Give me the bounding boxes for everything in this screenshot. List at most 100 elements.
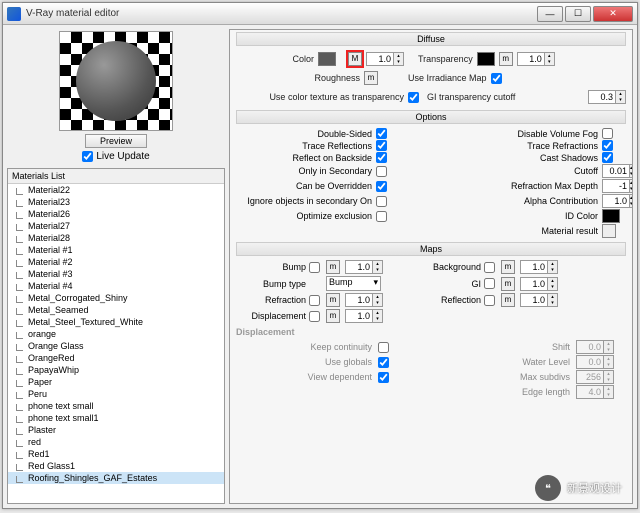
diffuse-color-amount[interactable]: ▴▾ xyxy=(366,52,404,66)
materials-list: Materials List Material22Material23Mater… xyxy=(7,168,225,504)
titlebar[interactable]: V-Ray material editor — ☐ ✕ xyxy=(3,3,637,25)
bg-spinner[interactable]: ▴▾ xyxy=(520,260,560,274)
materials-list-body[interactable]: Material22Material23Material26Material27… xyxy=(8,184,224,503)
reflection-map-button[interactable]: m xyxy=(501,293,515,307)
options-section: Options Double-Sided Disable Volume Fog … xyxy=(236,110,626,238)
material-item[interactable]: Material #3 xyxy=(8,268,224,280)
disp-map-button[interactable]: m xyxy=(326,309,340,323)
maxsub-spinner[interactable]: ▴▾ xyxy=(576,370,626,384)
use-globals-checkbox[interactable] xyxy=(378,357,389,368)
gi-checkbox[interactable] xyxy=(484,278,495,289)
options-header[interactable]: Options xyxy=(236,110,626,124)
refr-max-spinner[interactable]: ▴▾ xyxy=(602,179,626,193)
displacement-subsection: Displacement Keep continuityShift▴▾ Use … xyxy=(236,327,626,399)
watermark: ❝ 新景观设计 xyxy=(535,475,622,501)
refraction-checkbox[interactable] xyxy=(309,295,320,306)
material-item[interactable]: Roofing_Shingles_GAF_Estates xyxy=(8,472,224,484)
material-item[interactable]: Material #4 xyxy=(8,280,224,292)
bump-type-select[interactable]: Bump xyxy=(326,276,381,291)
close-button[interactable]: ✕ xyxy=(593,6,633,22)
disp-sub-header: Displacement xyxy=(236,327,626,337)
only-sec-checkbox[interactable] xyxy=(376,166,387,177)
bump-checkbox[interactable] xyxy=(309,262,320,273)
material-item[interactable]: Material26 xyxy=(8,208,224,220)
roughness-map-button[interactable]: m xyxy=(364,71,378,85)
water-spinner[interactable]: ▴▾ xyxy=(576,355,626,369)
material-item[interactable]: Material28 xyxy=(8,232,224,244)
preview-button[interactable]: Preview xyxy=(85,134,147,148)
transparency-amount[interactable]: ▴▾ xyxy=(517,52,555,66)
material-item[interactable]: Peru xyxy=(8,388,224,400)
material-item[interactable]: Plaster xyxy=(8,424,224,436)
window-title: V-Ray material editor xyxy=(26,8,537,19)
material-item[interactable]: orange xyxy=(8,328,224,340)
material-item[interactable]: OrangeRed xyxy=(8,352,224,364)
bump-spinner[interactable]: ▴▾ xyxy=(345,260,385,274)
material-item[interactable]: Material23 xyxy=(8,196,224,208)
bump-map-button[interactable]: m xyxy=(326,260,340,274)
reflection-checkbox[interactable] xyxy=(484,295,495,306)
live-update-checkbox[interactable]: Live Update xyxy=(82,151,149,162)
material-item[interactable]: Red1 xyxy=(8,448,224,460)
can-override-checkbox[interactable] xyxy=(376,181,387,192)
diffuse-header[interactable]: Diffuse xyxy=(236,32,626,46)
app-icon xyxy=(7,7,21,21)
material-item[interactable]: Material22 xyxy=(8,184,224,196)
trace-refl-checkbox[interactable] xyxy=(376,140,387,151)
material-item[interactable]: Material #2 xyxy=(8,256,224,268)
transparency-map-button[interactable]: m xyxy=(499,52,513,66)
bg-checkbox[interactable] xyxy=(484,262,495,273)
maximize-button[interactable]: ☐ xyxy=(565,6,591,22)
disp-checkbox[interactable] xyxy=(309,311,320,322)
use-color-tex-label: Use color texture as transparency xyxy=(236,92,404,102)
reflection-spinner[interactable]: ▴▾ xyxy=(520,293,560,307)
material-item[interactable]: Orange Glass xyxy=(8,340,224,352)
cutoff-spinner[interactable]: ▴▾ xyxy=(602,164,626,178)
double-sided-checkbox[interactable] xyxy=(376,128,387,139)
material-item[interactable]: Red Glass1 xyxy=(8,460,224,472)
trace-refr-checkbox[interactable] xyxy=(602,140,613,151)
shift-spinner[interactable]: ▴▾ xyxy=(576,340,626,354)
id-color-swatch[interactable] xyxy=(602,209,620,223)
view-dep-checkbox[interactable] xyxy=(378,372,389,383)
material-item[interactable]: Metal_Corrogated_Shiny xyxy=(8,292,224,304)
opt-excl-checkbox[interactable] xyxy=(376,211,387,222)
use-color-tex-checkbox[interactable] xyxy=(408,92,419,103)
gi-spinner[interactable]: ▴▾ xyxy=(520,277,560,291)
edgelen-spinner[interactable]: ▴▾ xyxy=(576,385,626,399)
use-irradiance-label: Use Irradiance Map xyxy=(408,73,487,83)
refraction-map-button[interactable]: m xyxy=(326,293,340,307)
material-item[interactable]: Material #1 xyxy=(8,244,224,256)
bg-map-button[interactable]: m xyxy=(501,260,515,274)
material-item[interactable]: red xyxy=(8,436,224,448)
keep-cont-checkbox[interactable] xyxy=(378,342,389,353)
diffuse-color-swatch[interactable] xyxy=(318,52,336,66)
disable-vf-checkbox[interactable] xyxy=(602,128,613,139)
refl-back-checkbox[interactable] xyxy=(376,152,387,163)
mat-result-button[interactable] xyxy=(602,224,616,238)
gi-cutoff-spinner[interactable]: ▴▾ xyxy=(588,90,626,104)
diffuse-color-map-button[interactable]: M xyxy=(348,52,362,66)
material-item[interactable]: Metal_Steel_Textured_White xyxy=(8,316,224,328)
material-item[interactable]: phone text small1 xyxy=(8,412,224,424)
alpha-spinner[interactable]: ▴▾ xyxy=(602,194,626,208)
material-item[interactable]: Material27 xyxy=(8,220,224,232)
diffuse-section: Diffuse Color M ▴▾ Transparency m ▴▾ Rou… xyxy=(236,32,626,106)
material-item[interactable]: PapayaWhip xyxy=(8,364,224,376)
transparency-swatch[interactable] xyxy=(477,52,495,66)
gi-map-button[interactable]: m xyxy=(501,277,515,291)
material-editor-window: V-Ray material editor — ☐ ✕ Preview Live… xyxy=(2,2,638,509)
material-item[interactable]: Paper xyxy=(8,376,224,388)
use-irradiance-checkbox[interactable] xyxy=(491,73,502,84)
color-label: Color xyxy=(236,54,314,64)
wechat-icon: ❝ xyxy=(535,475,561,501)
refraction-spinner[interactable]: ▴▾ xyxy=(345,293,385,307)
maps-header[interactable]: Maps xyxy=(236,242,626,256)
material-item[interactable]: Metal_Seamed xyxy=(8,304,224,316)
properties-panel[interactable]: Diffuse Color M ▴▾ Transparency m ▴▾ Rou… xyxy=(229,29,633,504)
material-item[interactable]: phone text small xyxy=(8,400,224,412)
disp-spinner[interactable]: ▴▾ xyxy=(345,309,385,323)
minimize-button[interactable]: — xyxy=(537,6,563,22)
ignore-sec-checkbox[interactable] xyxy=(376,196,387,207)
cast-shadows-checkbox[interactable] xyxy=(602,152,613,163)
